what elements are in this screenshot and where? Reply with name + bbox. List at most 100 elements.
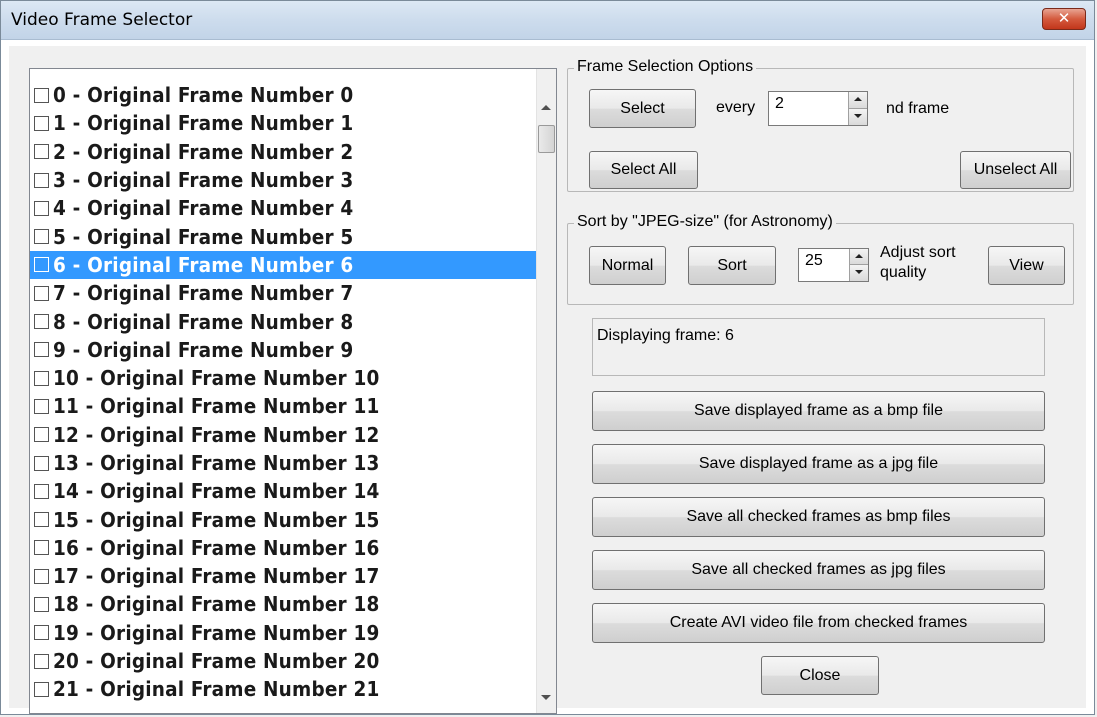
frame-item-label: 9 - Original Frame Number 9 <box>53 337 354 362</box>
frame-list-item[interactable]: 8 - Original Frame Number 8 <box>30 307 538 335</box>
frame-list-items: 0 - Original Frame Number 0 1 - Original … <box>30 81 538 704</box>
every-n-value[interactable]: 2 <box>775 95 784 113</box>
frame-item-label: 1 - Original Frame Number 1 <box>53 111 354 136</box>
status-display: Displaying frame: 6 <box>592 318 1045 376</box>
frame-item-label: 5 - Original Frame Number 5 <box>53 224 354 249</box>
frame-item-label: 11 - Original Frame Number 11 <box>53 394 380 419</box>
frame-list-item[interactable]: 14 - Original Frame Number 14 <box>30 477 538 505</box>
frame-item-label: 4 - Original Frame Number 4 <box>53 196 354 221</box>
frame-checkbox[interactable] <box>34 342 49 358</box>
frame-checkbox[interactable] <box>34 87 49 103</box>
frame-list-item[interactable]: 1 - Original Frame Number 1 <box>30 109 538 137</box>
frame-item-label: 15 - Original Frame Number 15 <box>53 507 380 532</box>
close-icon[interactable]: ✕ <box>1042 8 1086 30</box>
frame-checkbox[interactable] <box>34 115 49 131</box>
frame-list-item[interactable]: 19 - Original Frame Number 19 <box>30 619 538 647</box>
frame-item-label: 10 - Original Frame Number 10 <box>53 366 380 391</box>
frame-list-scrollbar[interactable] <box>536 69 556 713</box>
frame-list-item[interactable]: 2 - Original Frame Number 2 <box>30 138 538 166</box>
view-button[interactable]: View <box>988 246 1065 285</box>
every-label: every <box>716 99 756 116</box>
frame-list[interactable]: 0 - Original Frame Number 0 1 - Original … <box>29 68 557 714</box>
frame-checkbox[interactable] <box>34 653 49 669</box>
frame-item-label: 18 - Original Frame Number 18 <box>53 592 380 617</box>
frame-list-item[interactable]: 20 - Original Frame Number 20 <box>30 647 538 675</box>
sort-quality-value[interactable]: 25 <box>805 252 823 270</box>
select-button[interactable]: Select <box>589 89 696 128</box>
frame-checkbox[interactable] <box>34 144 49 160</box>
frame-checkbox[interactable] <box>34 257 49 273</box>
frame-checkbox[interactable] <box>34 568 49 584</box>
unselect-all-button[interactable]: Unselect All <box>960 151 1071 189</box>
save-displayed-jpg-button[interactable]: Save displayed frame as a jpg file <box>592 444 1045 484</box>
frame-list-item[interactable]: 5 - Original Frame Number 5 <box>30 222 538 250</box>
frame-list-item[interactable]: 11 - Original Frame Number 11 <box>30 392 538 420</box>
scroll-up-arrow-icon[interactable] <box>541 105 551 110</box>
spin-down-button[interactable] <box>849 108 867 125</box>
frame-checkbox[interactable] <box>34 229 49 245</box>
frame-checkbox[interactable] <box>34 483 49 499</box>
frame-checkbox[interactable] <box>34 427 49 443</box>
every-n-spinner[interactable]: 2 <box>768 91 868 126</box>
frame-checkbox[interactable] <box>34 200 49 216</box>
frame-list-item[interactable]: 3 - Original Frame Number 3 <box>30 166 538 194</box>
frame-list-item[interactable]: 0 - Original Frame Number 0 <box>30 81 538 109</box>
frame-checkbox[interactable] <box>34 398 49 414</box>
every-n-spin-buttons <box>848 92 867 125</box>
frame-checkbox[interactable] <box>34 625 49 641</box>
frame-list-item[interactable]: 17 - Original Frame Number 17 <box>30 562 538 590</box>
frame-checkbox[interactable] <box>34 540 49 556</box>
spin-down-icon <box>854 113 862 118</box>
frame-list-item[interactable]: 12 - Original Frame Number 12 <box>30 421 538 449</box>
frame-checkbox[interactable] <box>34 172 49 188</box>
sort-group: Sort by "JPEG-size" (for Astronomy) Norm… <box>567 213 1074 305</box>
sort-button[interactable]: Sort <box>688 246 776 285</box>
frame-item-label: 19 - Original Frame Number 19 <box>53 620 380 645</box>
create-avi-button[interactable]: Create AVI video file from checked frame… <box>592 603 1045 643</box>
spin-up-button[interactable] <box>849 92 867 109</box>
frame-item-label: 13 - Original Frame Number 13 <box>53 451 380 475</box>
frame-list-item[interactable]: 16 - Original Frame Number 16 <box>30 534 538 562</box>
quality-spin-down-button[interactable] <box>850 265 868 281</box>
quality-spin-up-button[interactable] <box>850 249 868 265</box>
frame-list-item[interactable]: 10 - Original Frame Number 10 <box>30 364 538 392</box>
frame-checkbox[interactable] <box>34 681 49 697</box>
frame-list-item[interactable]: 9 - Original Frame Number 9 <box>30 336 538 364</box>
frame-list-item[interactable]: 15 - Original Frame Number 15 <box>30 505 538 533</box>
frame-selection-legend: Frame Selection Options <box>574 58 757 76</box>
frame-checkbox[interactable] <box>34 314 49 330</box>
frame-checkbox[interactable] <box>34 455 49 471</box>
frame-checkbox[interactable] <box>34 596 49 612</box>
frame-checkbox[interactable] <box>34 512 49 528</box>
frame-item-label: 14 - Original Frame Number 14 <box>53 479 380 504</box>
save-all-jpg-button[interactable]: Save all checked frames as jpg files <box>592 550 1045 590</box>
scroll-down-arrow-icon[interactable] <box>541 695 551 700</box>
spin-up-icon <box>855 254 863 258</box>
sort-quality-spinner[interactable]: 25 <box>798 248 869 282</box>
adjust-sort-label: Adjust sort <box>880 244 956 261</box>
frame-item-label: 21 - Original Frame Number 21 <box>53 677 380 702</box>
frame-list-item[interactable]: 21 - Original Frame Number 21 <box>30 675 538 703</box>
dialog-client-area: 0 - Original Frame Number 0 1 - Original … <box>9 46 1086 714</box>
close-button[interactable]: Close <box>761 656 879 695</box>
nd-frame-label: nd frame <box>886 100 950 117</box>
frame-item-label: 16 - Original Frame Number 16 <box>53 535 380 560</box>
frame-list-item[interactable]: 6 - Original Frame Number 6 <box>30 250 538 280</box>
scroll-thumb[interactable] <box>538 125 555 153</box>
frame-list-item[interactable]: 4 - Original Frame Number 4 <box>30 194 538 222</box>
video-frame-selector-window: Video Frame Selector ✕ 0 - Original Fram… <box>0 0 1095 715</box>
frame-checkbox[interactable] <box>34 285 49 301</box>
status-text: Displaying frame: 6 <box>597 327 734 344</box>
save-all-bmp-button[interactable]: Save all checked frames as bmp files <box>592 497 1045 537</box>
frame-item-label: 12 - Original Frame Number 12 <box>53 422 380 447</box>
sort-quality-spin-buttons <box>849 249 868 281</box>
title-bar[interactable]: Video Frame Selector ✕ <box>1 1 1094 40</box>
frame-list-item[interactable]: 18 - Original Frame Number 18 <box>30 590 538 618</box>
select-all-button[interactable]: Select All <box>589 151 698 189</box>
spin-up-icon <box>854 97 862 101</box>
frame-list-item[interactable]: 13 - Original Frame Number 13 <box>30 449 538 477</box>
normal-button[interactable]: Normal <box>589 246 666 285</box>
frame-checkbox[interactable] <box>34 370 49 386</box>
frame-list-item[interactable]: 7 - Original Frame Number 7 <box>30 279 538 307</box>
save-displayed-bmp-button[interactable]: Save displayed frame as a bmp file <box>592 391 1045 431</box>
